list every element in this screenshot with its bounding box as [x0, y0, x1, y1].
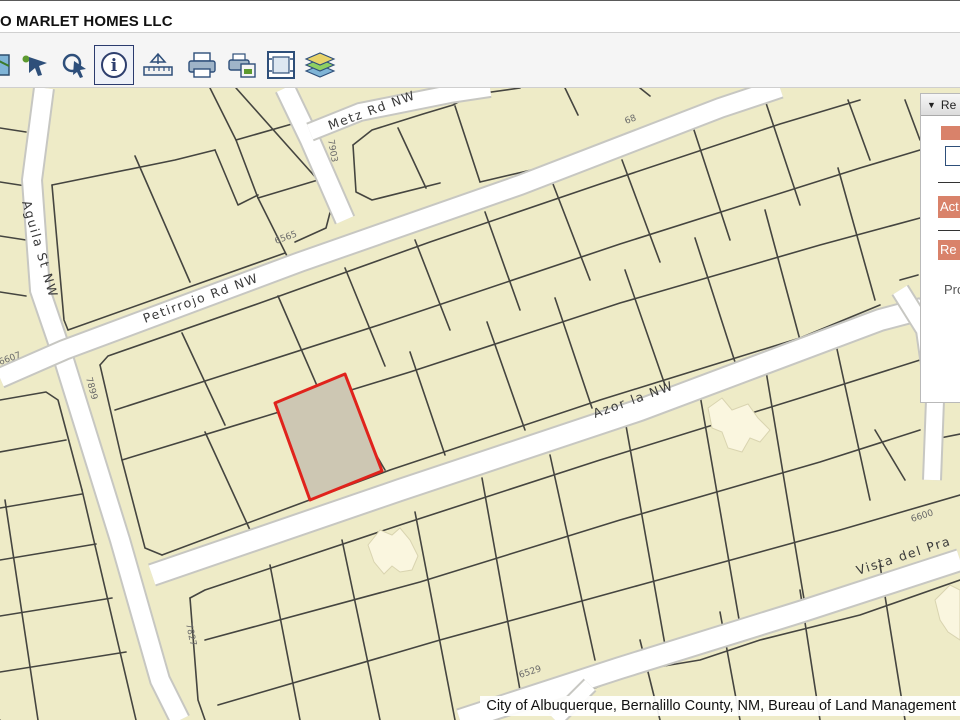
tool-full-extent[interactable] — [261, 45, 301, 85]
tool-print[interactable] — [182, 45, 222, 85]
collapse-triangle-icon[interactable]: ▼ — [927, 100, 936, 110]
parcel-map[interactable]: Metz Rd NW Petirrojo Rd NW Aguila St NW … — [0, 88, 960, 720]
tool-identify[interactable] — [54, 45, 94, 85]
full-extent-icon — [267, 51, 295, 79]
owner-title: O MARLET HOMES LLC — [0, 13, 173, 30]
prop-text: Pro — [944, 282, 960, 297]
select-arrow-icon — [22, 55, 47, 76]
panel-checkbox[interactable] — [945, 146, 960, 166]
header-bar: O MARLET HOMES LLC — [0, 0, 960, 33]
results-panel-title: Re — [940, 97, 957, 112]
measure-icon — [143, 52, 173, 76]
map-canvas[interactable]: Metz Rd NW Petirrojo Rd NW Aguila St NW … — [0, 88, 960, 720]
export-icon — [228, 53, 256, 78]
tool-layers[interactable] — [300, 45, 340, 85]
results-panel: ▼ Re Act Re Pro — [920, 93, 960, 403]
info-icon: i — [101, 52, 127, 78]
tool-measure[interactable] — [138, 45, 178, 85]
map-layer-icon — [0, 54, 10, 76]
panel-divider — [938, 182, 960, 183]
print-icon — [188, 52, 216, 78]
tool-info[interactable]: i — [94, 45, 134, 85]
panel-color-swatch — [941, 126, 960, 140]
layers-icon — [304, 52, 336, 78]
panel-divider — [938, 230, 960, 231]
second-button[interactable]: Re — [938, 240, 960, 260]
results-panel-header[interactable]: ▼ Re — [921, 94, 960, 116]
map-toolbar: i — [0, 33, 960, 88]
info-icon-glyph: i — [111, 56, 118, 76]
tool-select[interactable] — [15, 45, 55, 85]
map-attribution: City of Albuquerque, Bernalillo County, … — [480, 696, 960, 716]
identify-pointer-icon — [62, 53, 86, 78]
tool-export[interactable] — [222, 45, 262, 85]
active-button[interactable]: Act — [938, 196, 960, 218]
